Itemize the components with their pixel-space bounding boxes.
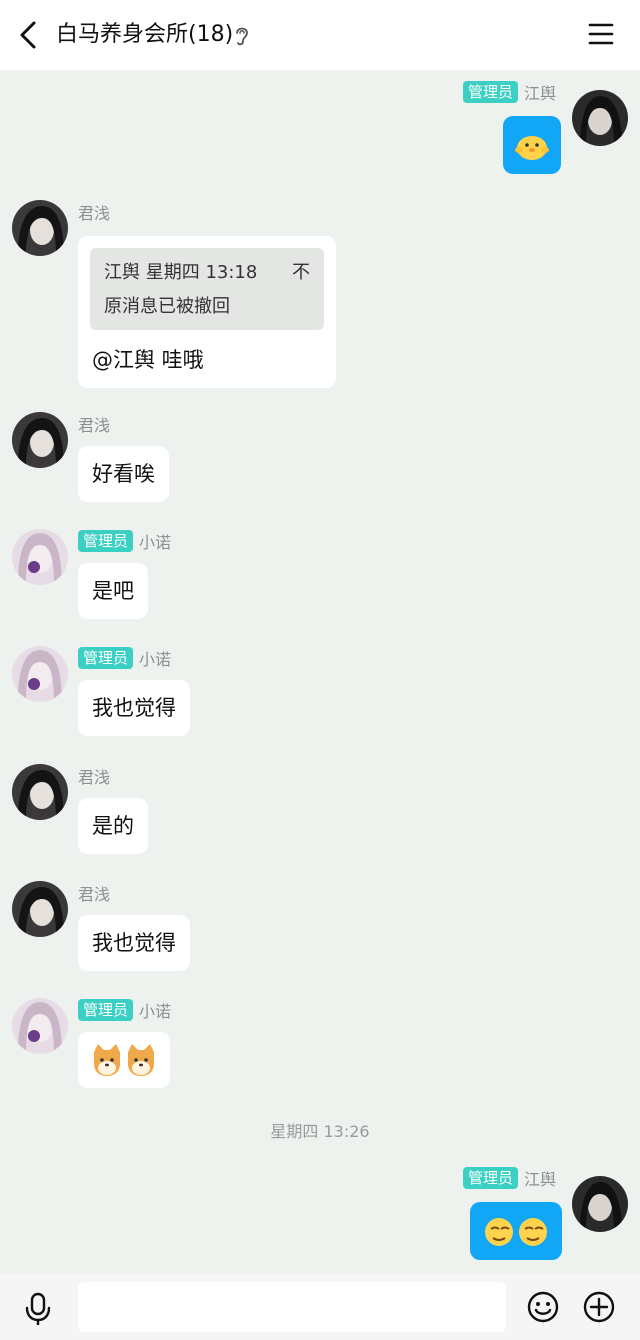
admin-badge: 管理员 bbox=[462, 1167, 518, 1189]
sender-name: 君浅 bbox=[78, 416, 111, 435]
quote-body: 原消息已被撤回 bbox=[104, 296, 230, 317]
sender-meta: 管理员 小诺 bbox=[78, 998, 171, 1022]
message-row: 管理员 江舆 bbox=[0, 80, 640, 180]
sender-name: 君浅 bbox=[78, 768, 111, 787]
sender-meta: 君浅 bbox=[78, 764, 110, 788]
message-bubble[interactable]: 是的 bbox=[78, 798, 148, 854]
back-arrow-icon[interactable] bbox=[14, 19, 40, 51]
message-row: 管理员 江舆 bbox=[0, 1166, 640, 1266]
avatar[interactable] bbox=[12, 412, 68, 468]
sender-name: 小诺 bbox=[139, 1002, 172, 1021]
chat-header: 白马养身会所(18) bbox=[0, 0, 640, 70]
sender-name: 江舆 bbox=[523, 84, 556, 103]
message-bubble[interactable]: 我也觉得 bbox=[78, 680, 190, 736]
sender-name: 君浅 bbox=[78, 885, 111, 904]
sender-name: 江舆 bbox=[523, 1170, 556, 1189]
message-row: 管理员 小诺 bbox=[0, 998, 640, 1094]
message-row: 管理员 小诺 我也觉得 bbox=[0, 646, 640, 742]
message-bubble[interactable]: 我也觉得 bbox=[78, 915, 190, 971]
sender-meta: 管理员 小诺 bbox=[78, 529, 171, 553]
sticker-bubble[interactable] bbox=[78, 1032, 170, 1088]
sender-meta: 君浅 bbox=[78, 200, 110, 224]
sender-meta: 管理员 小诺 bbox=[78, 646, 171, 670]
message-input[interactable] bbox=[78, 1282, 506, 1332]
avatar[interactable] bbox=[12, 529, 68, 585]
sender-name: 小诺 bbox=[139, 533, 172, 552]
message-row: 君浅 我也觉得 bbox=[0, 881, 640, 977]
avatar[interactable] bbox=[12, 200, 68, 256]
avatar[interactable] bbox=[572, 90, 628, 146]
shiba-emoji-icon bbox=[94, 1044, 154, 1076]
avatar[interactable] bbox=[12, 881, 68, 937]
avatar[interactable] bbox=[572, 1176, 628, 1232]
timestamp-divider: 星期四 13:26 bbox=[270, 1122, 370, 1141]
admin-badge: 管理员 bbox=[78, 530, 134, 552]
quote-jump-icon[interactable]: 不 bbox=[292, 258, 310, 284]
quote-header: 江舆 星期四 13:18 bbox=[104, 262, 258, 283]
chick-sticker-icon bbox=[515, 136, 549, 160]
message-row: 君浅 好看唉 bbox=[0, 412, 640, 508]
admin-badge: 管理员 bbox=[78, 999, 134, 1021]
plus-icon[interactable] bbox=[582, 1290, 616, 1324]
message-bubble[interactable]: 是吧 bbox=[78, 563, 148, 619]
sender-name: 小诺 bbox=[139, 650, 172, 669]
sender-meta: 君浅 bbox=[78, 881, 110, 905]
sticker-bubble[interactable] bbox=[470, 1202, 562, 1260]
sender-meta: 管理员 江舆 bbox=[462, 1166, 556, 1190]
quoted-message[interactable]: 江舆 星期四 13:18 不 原消息已被撤回 bbox=[90, 248, 324, 330]
avatar[interactable] bbox=[12, 764, 68, 820]
group-title: 白马养身会所(18) bbox=[56, 22, 234, 47]
message-row: 管理员 小诺 是吧 bbox=[0, 529, 640, 625]
reply-bubble[interactable]: 江舆 星期四 13:18 不 原消息已被撤回 @江舆 哇哦 bbox=[78, 236, 336, 388]
message-row: 君浅 江舆 星期四 13:18 不 原消息已被撤回 @江舆 哇哦 bbox=[0, 200, 640, 390]
message-row: 君浅 是的 bbox=[0, 764, 640, 860]
microphone-icon[interactable] bbox=[24, 1292, 52, 1326]
sender-meta: 管理员 江舆 bbox=[462, 80, 556, 104]
message-list[interactable]: 管理员 江舆 君浅 江舆 星期四 13:18 不 原消息已被撤回 @江舆 哇哦 … bbox=[0, 70, 640, 1274]
admin-badge: 管理员 bbox=[78, 647, 134, 669]
sticker-bubble[interactable] bbox=[503, 116, 561, 174]
ear-icon bbox=[236, 27, 248, 46]
message-bubble[interactable]: 好看唉 bbox=[78, 446, 169, 502]
admin-badge: 管理员 bbox=[462, 81, 518, 103]
menu-icon[interactable] bbox=[588, 22, 614, 46]
input-bar bbox=[0, 1274, 640, 1340]
message-text: @江舆 哇哦 bbox=[92, 348, 204, 372]
sender-meta: 君浅 bbox=[78, 412, 110, 436]
emoji-icon[interactable] bbox=[526, 1290, 560, 1324]
avatar[interactable] bbox=[12, 646, 68, 702]
avatar[interactable] bbox=[12, 998, 68, 1054]
smug-face-emoji-icon bbox=[485, 1218, 547, 1246]
sender-name: 君浅 bbox=[78, 204, 111, 223]
